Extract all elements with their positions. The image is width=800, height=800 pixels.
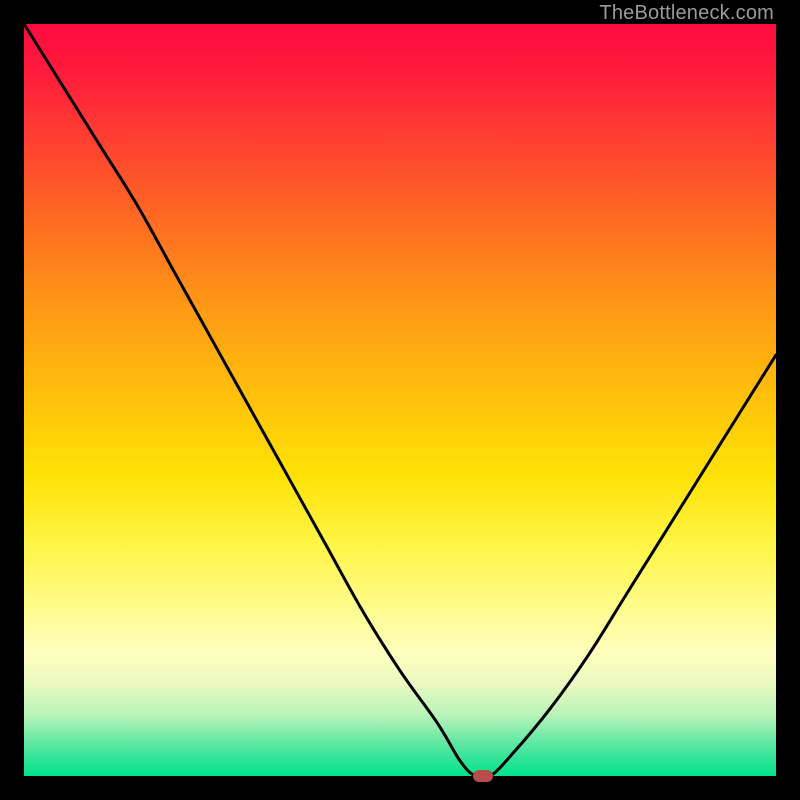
chart-frame: TheBottleneck.com [0,0,800,800]
bottleneck-curve [24,24,776,776]
plot-area [24,24,776,776]
optimal-point-marker [473,770,493,782]
watermark-text: TheBottleneck.com [599,2,774,25]
